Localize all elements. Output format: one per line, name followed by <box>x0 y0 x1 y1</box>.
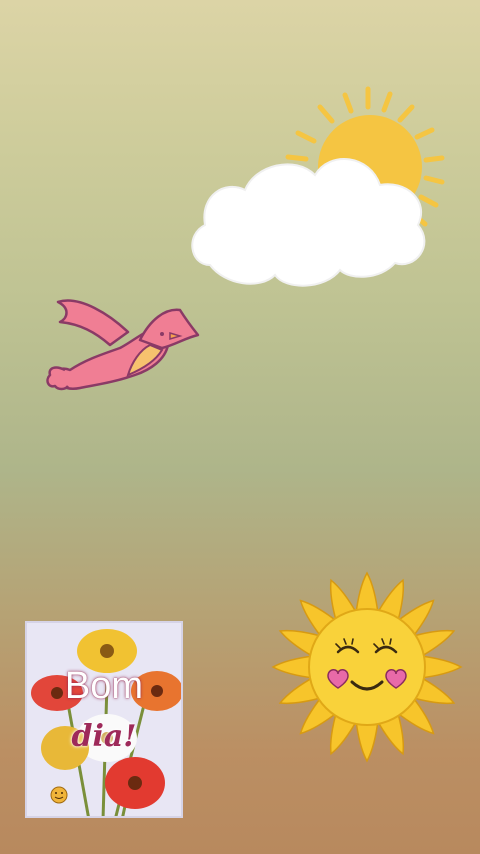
bird-icon <box>46 299 200 391</box>
smiling-sun-sticker[interactable] <box>270 570 465 765</box>
sun-and-cloud-sticker[interactable] <box>180 85 460 300</box>
bom-dia-photo-sticker[interactable]: Bom dia! <box>25 621 183 818</box>
smiling-sun-icon <box>271 571 463 763</box>
greeting-line-1: Bom <box>64 665 144 707</box>
bird-sticker[interactable] <box>40 290 200 400</box>
greeting-line-2: dia! <box>71 719 137 754</box>
story-canvas: { "sticker": { "line1": "Bom", "line2": … <box>0 0 480 854</box>
sun-icon <box>191 86 445 287</box>
